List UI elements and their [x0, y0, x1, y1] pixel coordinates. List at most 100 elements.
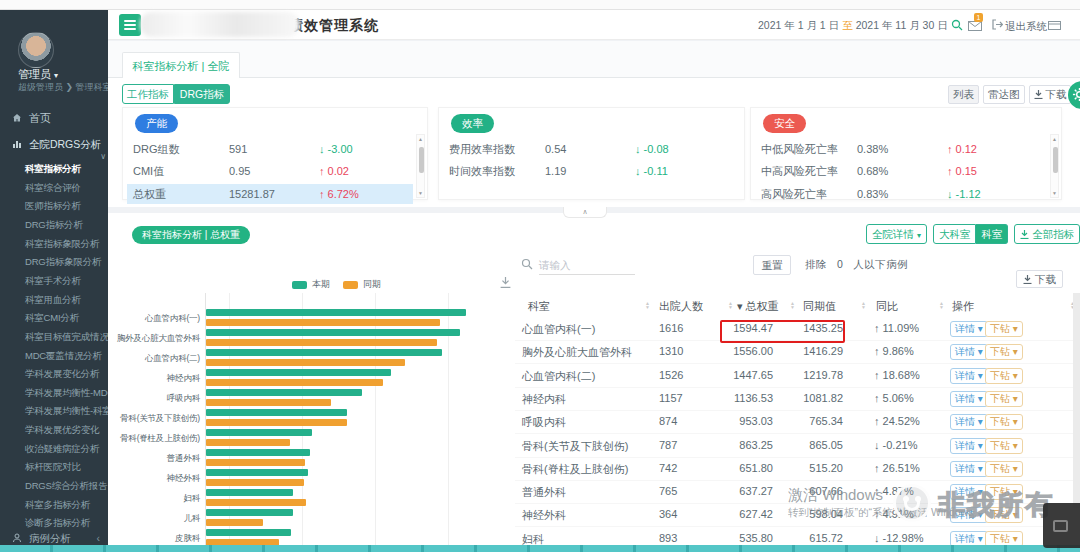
panel-icon[interactable]: [1048, 21, 1061, 30]
sidebar-item[interactable]: 科室手术分析: [25, 273, 81, 289]
sidebar-item[interactable]: 科室指标象限分析: [25, 236, 99, 252]
detail-button[interactable]: 详情 ▾: [950, 368, 988, 384]
sidebar-group-drgs-analysis[interactable]: 全院DRGS分析∨: [12, 138, 108, 161]
drill-button[interactable]: 下钻 ▾: [985, 368, 1023, 384]
sidebar-item[interactable]: MDC覆盖情况分析: [25, 348, 102, 364]
all-metrics-button[interactable]: 全部指标: [1014, 224, 1080, 244]
sidebar-item[interactable]: 收治疑难病症分析: [25, 441, 99, 457]
column-header[interactable]: ▾ 总权重: [737, 299, 779, 314]
drill-button[interactable]: 下钻 ▾: [985, 321, 1023, 337]
column-header[interactable]: 操作: [952, 299, 974, 314]
toggle-big-dept[interactable]: 大科室: [933, 224, 977, 244]
detail-button[interactable]: 详情 ▾: [950, 438, 988, 454]
bar-previous[interactable]: [206, 419, 347, 426]
detail-button[interactable]: 详情 ▾: [950, 391, 988, 407]
sidebar-item[interactable]: 科室指标分析: [25, 161, 81, 177]
bar-current[interactable]: [206, 429, 312, 436]
card-scrollbar[interactable]: ▲▼: [1050, 134, 1059, 198]
logout-button[interactable]: 退出系统: [1005, 20, 1047, 34]
page-scrollbar[interactable]: [1073, 293, 1080, 508]
sidebar-item[interactable]: DRG指标分析: [25, 217, 83, 233]
bar-current[interactable]: [206, 389, 362, 396]
sidebar-item[interactable]: 科室综合评价: [25, 180, 81, 196]
table-download-button[interactable]: 下载: [1016, 270, 1063, 288]
table-search-icon[interactable]: [521, 258, 533, 270]
tab-dept-indicator-analysis[interactable]: 科室指标分析 | 全院: [122, 52, 240, 78]
bar-previous[interactable]: [206, 319, 440, 326]
bar-previous[interactable]: [206, 359, 405, 366]
logout-icon[interactable]: [992, 19, 1003, 30]
sort-icon[interactable]: ▲▼: [645, 301, 650, 309]
view-button-0[interactable]: 列表: [948, 85, 979, 104]
column-header[interactable]: 科室: [528, 299, 550, 314]
drill-button[interactable]: 下钻 ▾: [985, 414, 1023, 430]
detail-button[interactable]: 详情 ▾: [950, 461, 988, 477]
column-header[interactable]: 出院人数: [659, 299, 703, 314]
bar-current[interactable]: [206, 489, 293, 496]
reset-button[interactable]: 重置: [753, 255, 791, 275]
bar-current[interactable]: [206, 369, 391, 376]
chart-download-icon[interactable]: [500, 277, 511, 288]
user-name[interactable]: 管理员 ▾: [18, 67, 58, 82]
sidebar-item[interactable]: 科室多指标分析: [25, 497, 90, 513]
bar-current[interactable]: [206, 349, 442, 356]
sidebar-item[interactable]: 科室目标值完成情况: [25, 329, 108, 345]
hospital-detail-button[interactable]: 全院详情 ▾: [866, 224, 927, 244]
drill-button[interactable]: 下钻 ▾: [985, 438, 1023, 454]
bar-previous[interactable]: [206, 459, 305, 466]
sidebar-item[interactable]: 学科发展变化分析: [25, 366, 99, 382]
bar-current[interactable]: [206, 309, 466, 316]
drill-button[interactable]: 下钻 ▾: [985, 461, 1023, 477]
sort-icon[interactable]: ▲▼: [861, 301, 866, 309]
avatar[interactable]: [18, 32, 54, 68]
exclude-filter[interactable]: 排除0人以下病例: [805, 258, 908, 272]
detail-button[interactable]: 详情 ▾: [950, 414, 988, 430]
subtab-work[interactable]: 工作指标: [122, 84, 174, 104]
sidebar-item[interactable]: 医师指标分析: [25, 198, 81, 214]
bar-previous[interactable]: [206, 399, 331, 406]
bar-previous[interactable]: [206, 339, 437, 346]
bar-current[interactable]: [206, 409, 347, 416]
sidebar-item[interactable]: DRGS综合分析报告: [25, 478, 107, 494]
sidebar-item[interactable]: 学科发展均衡性-科室: [25, 403, 108, 419]
view-button-2[interactable]: 下载: [1029, 85, 1072, 104]
bar-current[interactable]: [206, 509, 293, 516]
sidebar-item[interactable]: 标杆医院对比: [25, 459, 81, 475]
toggle-dept[interactable]: 科室: [976, 224, 1008, 244]
menu-toggle-button[interactable]: [119, 14, 141, 36]
sidebar-item-home[interactable]: 首页: [12, 111, 51, 126]
search-input[interactable]: 请输入: [539, 255, 635, 275]
sidebar-item[interactable]: 诊断多指标分析: [25, 515, 90, 531]
drill-button[interactable]: 下钻 ▾: [985, 391, 1023, 407]
column-header[interactable]: 同比: [876, 299, 898, 314]
column-header[interactable]: 同期值: [803, 299, 836, 314]
subtab-drg[interactable]: DRG指标: [174, 84, 230, 104]
search-icon[interactable]: [951, 19, 963, 31]
bar-current[interactable]: [206, 449, 310, 456]
detail-button[interactable]: 详情 ▾: [950, 344, 988, 360]
bar-previous[interactable]: [206, 479, 304, 486]
sidebar-item[interactable]: DRG指标象限分析: [25, 254, 101, 270]
sidebar-item[interactable]: 学科发展优劣变化: [25, 422, 99, 438]
date-range[interactable]: 2021 年 1 月 1 日至2021 年 11 月 30 日: [758, 19, 948, 33]
bar-previous[interactable]: [206, 439, 290, 446]
bar-previous[interactable]: [206, 499, 306, 506]
bar-previous[interactable]: [206, 519, 263, 526]
drill-button[interactable]: 下钻 ▾: [985, 344, 1023, 360]
sidebar-item[interactable]: 科室用血分析: [25, 292, 81, 308]
sidebar-item-case-analysis[interactable]: 病例分析 ‹: [12, 532, 104, 546]
sidebar-item[interactable]: 科室CMI分析: [25, 310, 79, 326]
sort-icon[interactable]: ▲▼: [939, 301, 944, 309]
view-button-1[interactable]: 雷达图: [983, 85, 1025, 104]
sidebar-item[interactable]: 学科发展均衡性-MDC: [25, 385, 108, 401]
card-scrollbar[interactable]: ▲▼: [416, 134, 425, 198]
bar-previous[interactable]: [206, 379, 383, 386]
bar-current[interactable]: [206, 329, 460, 336]
mail-icon[interactable]: [968, 21, 982, 31]
sort-icon[interactable]: ▲▼: [790, 301, 795, 309]
bar-current[interactable]: [206, 529, 291, 536]
collapse-handle[interactable]: ∧: [563, 207, 607, 218]
bar-current[interactable]: [206, 469, 308, 476]
detail-button[interactable]: 详情 ▾: [950, 321, 988, 337]
sort-icon[interactable]: ▲▼: [728, 301, 733, 309]
